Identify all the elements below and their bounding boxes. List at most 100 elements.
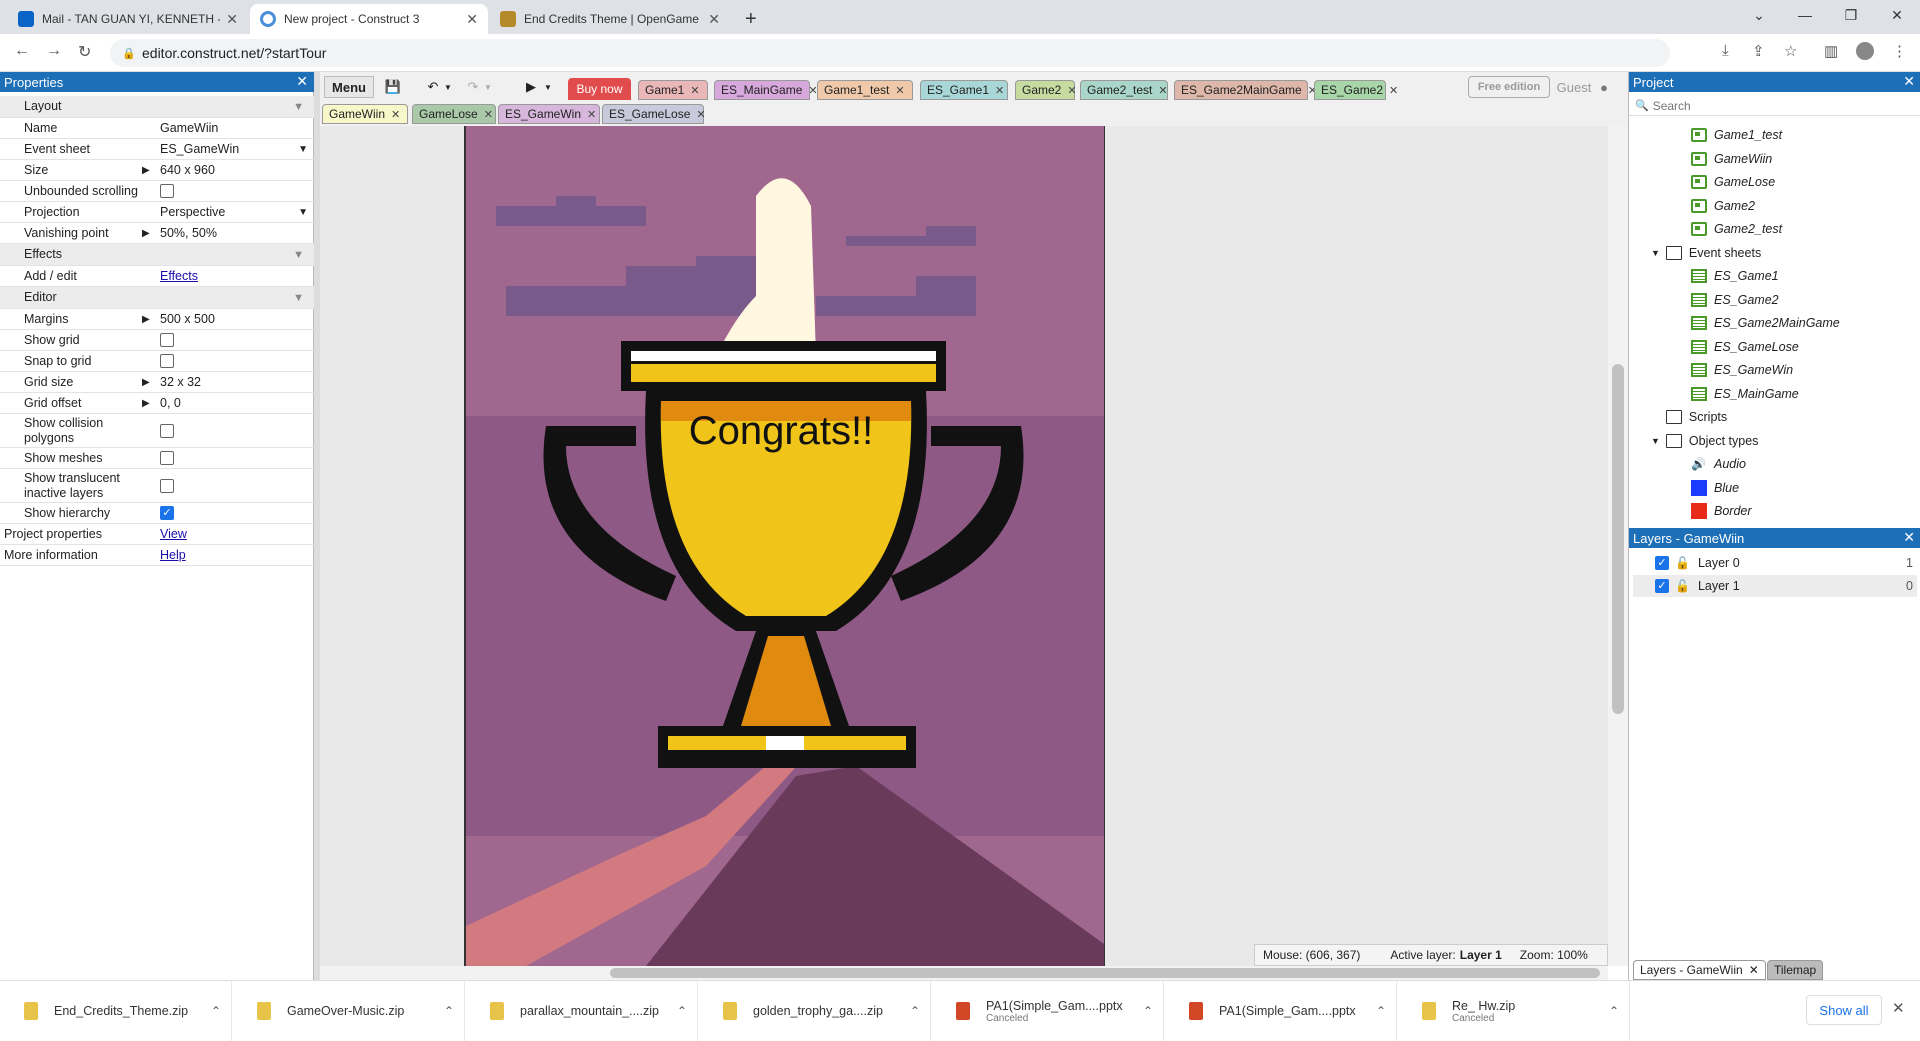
property-value[interactable]: 32 x 32	[160, 372, 201, 392]
play-preview-icon[interactable]: ▶	[520, 76, 542, 98]
layer-visible-checkbox[interactable]: ✓	[1655, 579, 1669, 593]
close-icon[interactable]: ✕	[587, 108, 596, 121]
vertical-scrollbar[interactable]	[1608, 126, 1628, 966]
expand-icon[interactable]: ▼	[1651, 248, 1660, 258]
close-icon[interactable]: ✕	[895, 84, 904, 97]
tree-item[interactable]: Game2_test	[1691, 218, 1782, 240]
tree-item[interactable]: ▼ Event sheets	[1651, 242, 1761, 264]
buy-now-button[interactable]: Buy now	[568, 78, 631, 100]
editor-tab[interactable]: ES_MainGame ✕	[714, 80, 818, 100]
chevron-up-icon[interactable]: ⌃	[1366, 1004, 1396, 1018]
tree-item[interactable]: ▼ Object types	[1651, 430, 1758, 452]
more-menu-icon[interactable]: ⋮	[1892, 42, 1907, 60]
close-icon[interactable]: ✕	[1158, 84, 1167, 97]
vertical-scroll-thumb[interactable]	[1612, 364, 1624, 714]
browser-tab-construct[interactable]: New project - Construct 3 ✕	[250, 4, 488, 34]
property-checkbox[interactable]	[160, 451, 174, 465]
property-checkbox[interactable]	[160, 354, 174, 368]
tree-item[interactable]: ▼Scripts	[1651, 406, 1727, 428]
tree-item[interactable]: ES_GameWin	[1691, 359, 1793, 381]
expand-icon[interactable]: ▶	[142, 372, 150, 392]
undo-dropdown-icon[interactable]: ▼	[442, 76, 454, 98]
tree-item[interactable]: Game2	[1691, 195, 1755, 217]
collapse-icon[interactable]: ▼	[293, 287, 304, 308]
close-icon[interactable]: ✕	[995, 84, 1004, 97]
property-value[interactable]: 640 x 960	[160, 160, 215, 180]
share-icon[interactable]: ⇪	[1752, 42, 1765, 60]
property-value[interactable]: ES_GameWin	[160, 139, 239, 159]
tree-item[interactable]: ES_Game2	[1691, 289, 1779, 311]
tab-tilemap[interactable]: Tilemap	[1767, 960, 1824, 980]
url-field[interactable]: 🔒 editor.construct.net/?startTour	[110, 39, 1670, 67]
minimize-button[interactable]: —	[1782, 0, 1828, 30]
editor-tab[interactable]: Game1 ✕	[638, 80, 708, 100]
layer-row[interactable]: ✓ 🔓 Layer 1 0	[1633, 575, 1917, 597]
menu-button[interactable]: Menu	[324, 76, 374, 98]
download-item[interactable]: GameOver-Music.zip ⌃	[233, 981, 465, 1041]
property-value[interactable]: 50%, 50%	[160, 223, 217, 243]
close-icon[interactable]: ✕	[1389, 84, 1398, 97]
tree-item[interactable]: Blue	[1691, 477, 1739, 499]
tree-item[interactable]: GameWiin	[1691, 148, 1772, 170]
close-icon[interactable]: ✕	[391, 108, 400, 121]
editor-tab[interactable]: Game2_test ✕	[1080, 80, 1168, 100]
close-window-button[interactable]: ✕	[1874, 0, 1920, 30]
search-input[interactable]	[1652, 98, 1903, 113]
close-icon[interactable]: ✕	[1067, 84, 1076, 97]
close-icon[interactable]: ✕	[466, 11, 478, 28]
tab-layers[interactable]: Layers - GameWiin ✕	[1633, 960, 1766, 980]
chevron-up-icon[interactable]: ⌃	[201, 1004, 231, 1018]
reload-icon[interactable]: ↻	[78, 42, 91, 62]
layout-view[interactable]: Congrats!! Mouse: (606, 367) Active laye…	[320, 126, 1608, 966]
property-link[interactable]: View	[160, 527, 187, 541]
user-icon[interactable]: ●	[1594, 76, 1614, 98]
editor-tab[interactable]: ES_Game2 ✕	[1314, 80, 1398, 100]
bookmark-star-icon[interactable]: ☆	[1784, 42, 1797, 60]
property-link[interactable]: Help	[160, 548, 186, 562]
collapse-icon[interactable]: ▼	[293, 244, 304, 265]
redo-icon[interactable]: ↷	[462, 76, 484, 98]
property-value[interactable]: 0, 0	[160, 393, 181, 413]
close-icon[interactable]: ✕	[1749, 963, 1759, 977]
save-icon[interactable]: 💾	[382, 76, 404, 98]
property-checkbox[interactable]	[160, 184, 174, 198]
download-item[interactable]: End_Credits_Theme.zip ⌃	[0, 981, 232, 1041]
tree-item[interactable]: 🔊 Audio	[1691, 453, 1746, 475]
lock-icon[interactable]: 🔓	[1675, 556, 1690, 570]
lock-icon[interactable]: 🔓	[1675, 579, 1690, 593]
property-checkbox[interactable]	[160, 333, 174, 347]
close-icon[interactable]: ✕	[226, 11, 238, 28]
chevron-up-icon[interactable]: ⌃	[1599, 1004, 1629, 1018]
chevron-up-icon[interactable]: ⌃	[667, 1004, 697, 1018]
horizontal-scrollbar[interactable]	[320, 966, 1608, 980]
forward-icon[interactable]: →	[46, 42, 62, 60]
tree-item[interactable]: ES_MainGame	[1691, 383, 1799, 405]
dropdown-icon[interactable]: ▼	[298, 139, 308, 159]
show-all-button[interactable]: Show all	[1806, 995, 1882, 1025]
layer-visible-checkbox[interactable]: ✓	[1655, 556, 1669, 570]
dropdown-icon[interactable]: ▼	[298, 202, 308, 222]
redo-dropdown-icon[interactable]: ▼	[482, 76, 494, 98]
tree-item[interactable]: ES_Game2MainGame	[1691, 312, 1840, 334]
property-checkbox[interactable]: ✓	[160, 506, 174, 520]
property-checkbox[interactable]	[160, 478, 174, 493]
chevron-up-icon[interactable]: ⌃	[1133, 1004, 1163, 1018]
property-value[interactable]: GameWiin	[160, 118, 218, 138]
chevron-up-icon[interactable]: ⌃	[434, 1004, 464, 1018]
preview-dropdown-icon[interactable]: ▼	[542, 76, 554, 98]
tree-item[interactable]: GameLose	[1691, 171, 1775, 193]
close-icon[interactable]: ✕	[1903, 529, 1915, 546]
chevron-up-icon[interactable]: ⌃	[900, 1004, 930, 1018]
expand-icon[interactable]: ▶	[142, 160, 150, 180]
tab-search-icon[interactable]: ⌄	[1736, 0, 1782, 30]
horizontal-scroll-thumb[interactable]	[610, 968, 1600, 978]
restore-button[interactable]: ❐	[1828, 0, 1874, 30]
close-icon[interactable]: ✕	[690, 84, 699, 97]
tree-item[interactable]: ES_Game1	[1691, 265, 1779, 287]
collapse-icon[interactable]: ▼	[293, 96, 304, 117]
back-icon[interactable]: ←	[14, 42, 30, 60]
browser-tab-opengameart[interactable]: End Credits Theme | OpenGame ✕	[490, 4, 730, 34]
expand-icon[interactable]: ▶	[142, 393, 150, 413]
download-item[interactable]: PA1(Simple_Gam....pptx ⌃	[1165, 981, 1397, 1041]
browser-tab-mail[interactable]: Mail - TAN GUAN YI, KENNETH - ✕	[8, 4, 248, 34]
